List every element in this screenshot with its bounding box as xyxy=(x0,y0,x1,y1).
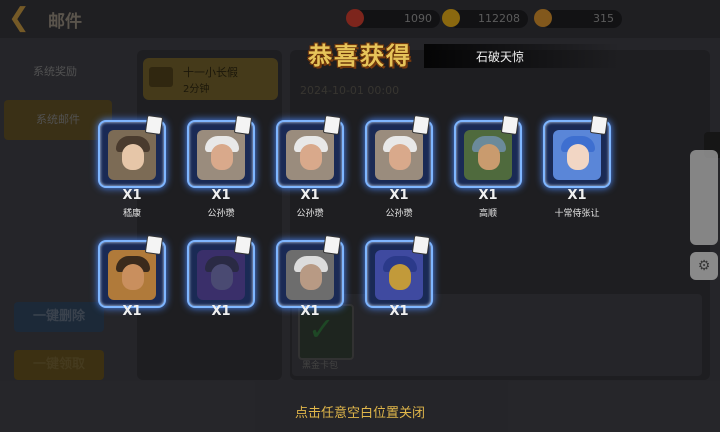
reward-name: 高顺 xyxy=(478,209,497,219)
reward-quantity: X1 xyxy=(300,188,320,203)
reward-name: 公孙瓒 xyxy=(385,209,413,219)
card-tag-icon xyxy=(233,234,253,256)
reward-quantity: X1 xyxy=(567,188,587,203)
recipient-name: 石破天惊 xyxy=(476,50,525,64)
hero-face xyxy=(389,144,411,170)
hero-face xyxy=(389,264,411,290)
hero-portrait xyxy=(286,130,334,180)
hero-face xyxy=(211,144,233,170)
reward-name: 嵇康 xyxy=(122,209,141,219)
reward-quantity: X1 xyxy=(122,304,142,316)
reward-quantity: X1 xyxy=(300,304,320,316)
close-hint: 点击任意空白位置关闭 xyxy=(294,406,425,421)
card-tag-icon xyxy=(322,114,342,136)
reward-quantity: X1 xyxy=(122,188,142,203)
hero-face xyxy=(567,144,589,170)
card-tag-icon xyxy=(411,234,431,256)
reward-name: 公孙瓒 xyxy=(207,209,235,219)
card-tag-icon xyxy=(322,234,342,256)
hero-face xyxy=(300,264,322,290)
hero-portrait xyxy=(108,130,156,180)
hero-portrait xyxy=(197,130,245,180)
card-tag-icon xyxy=(411,114,431,136)
card-tag-icon xyxy=(144,114,164,136)
hero-face xyxy=(300,144,322,170)
hero-portrait xyxy=(197,250,245,300)
hero-face xyxy=(122,144,144,170)
reward-quantity: X1 xyxy=(389,188,409,203)
card-tag-icon xyxy=(144,234,164,256)
hero-portrait xyxy=(553,130,601,180)
reward-name: 十常侍张让 xyxy=(554,209,600,219)
reward-quantity: X1 xyxy=(478,188,498,203)
hero-portrait xyxy=(286,250,334,300)
reward-name: 公孙瓒 xyxy=(296,209,324,219)
hero-portrait xyxy=(464,130,512,180)
hero-portrait xyxy=(375,130,423,180)
card-tag-icon xyxy=(500,114,520,136)
reward-quantity: X1 xyxy=(211,188,231,203)
card-tag-icon xyxy=(233,114,253,136)
hero-face xyxy=(122,264,144,290)
hero-face xyxy=(211,264,233,290)
reward-quantity: X1 xyxy=(211,304,231,316)
hero-face xyxy=(478,144,500,170)
card-tag-icon xyxy=(589,114,609,136)
hero-portrait xyxy=(375,250,423,300)
popup-title: 恭喜获得 xyxy=(308,42,412,70)
reward-quantity: X1 xyxy=(389,304,409,316)
hero-portrait xyxy=(108,250,156,300)
